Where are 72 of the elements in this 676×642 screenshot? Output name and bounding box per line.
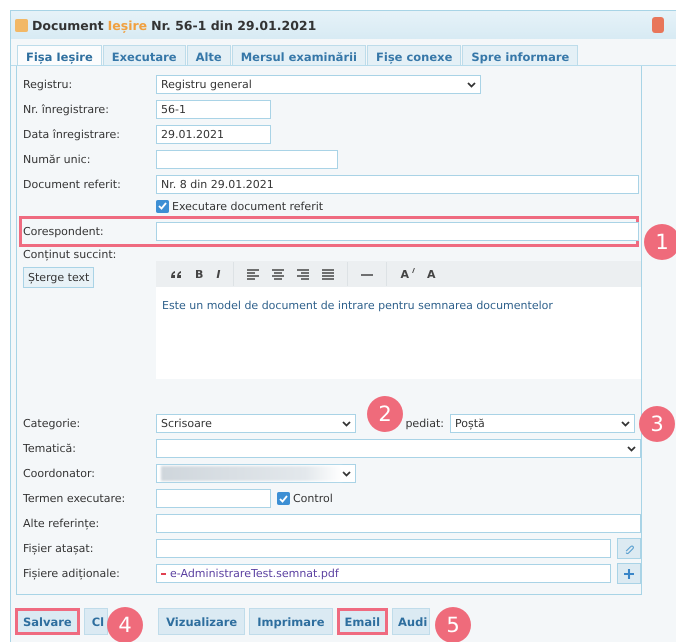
input-field[interactable]: Nr. 8 din 29.01.2021	[156, 175, 639, 194]
field-label: Nr. înregistrare:	[23, 103, 110, 116]
tab[interactable]: Spre informare	[462, 45, 578, 65]
chevron-down-icon	[467, 82, 476, 88]
tab[interactable]: Alte	[186, 45, 231, 65]
action-button[interactable]: Vizualizare	[158, 608, 246, 635]
align-left-icon	[247, 268, 260, 280]
subscript-button[interactable]: A	[427, 268, 436, 280]
action-button[interactable]: Imprimare	[249, 608, 333, 635]
document-number: Nr. 56-1 din 29.01.2021	[151, 18, 316, 32]
bold-button[interactable]: B	[195, 268, 204, 280]
chevron-down-icon	[342, 420, 351, 426]
checkbox[interactable]	[156, 200, 169, 212]
tab[interactable]: Fișa Ieșire	[17, 45, 102, 65]
field-label: Fișiere adiționale:	[23, 567, 121, 580]
input-field[interactable]: 29.01.2021	[156, 125, 271, 144]
dropdown[interactable]	[156, 439, 641, 458]
action-button[interactable]: Cl	[84, 608, 108, 635]
paperclip-icon	[624, 542, 634, 554]
file-name[interactable]: e-AdministrareTest.semnat.pdf	[170, 567, 339, 580]
close-icon[interactable]	[652, 17, 664, 33]
chevron-down-icon	[342, 470, 351, 476]
field-label: Tematică:	[23, 442, 77, 455]
window-title: Document	[32, 18, 104, 32]
align-center-icon	[272, 268, 284, 280]
dropdown[interactable]: Scrisoare	[156, 414, 356, 433]
field-label: Registru:	[23, 78, 74, 91]
input-field[interactable]: 56-1	[156, 100, 271, 119]
field-label: pediat:	[405, 417, 444, 430]
field-label: Corespondent:	[23, 225, 105, 238]
field-label: Document referit:	[23, 178, 122, 191]
align-right-icon	[297, 268, 310, 280]
input-field[interactable]	[156, 489, 271, 508]
checkbox[interactable]	[277, 492, 290, 505]
document-type: Ieșire	[108, 18, 148, 32]
dropdown[interactable]: Poștă	[450, 414, 635, 433]
italic-button[interactable]: I	[216, 268, 220, 280]
input-field[interactable]	[156, 222, 639, 241]
quote-icon	[170, 268, 182, 280]
file-field[interactable]	[156, 539, 611, 558]
dropdown[interactable]: Registru general	[156, 75, 481, 94]
action-button[interactable]: Salvare	[15, 608, 80, 635]
superscript-button[interactable]: A	[400, 268, 414, 280]
action-button[interactable]: Audi	[392, 608, 430, 635]
field-label: Termen executare:	[23, 492, 126, 505]
clear-text-button[interactable]: Șterge text	[23, 267, 94, 288]
tab[interactable]: Mersul examinării	[232, 45, 366, 65]
tab[interactable]: Fișe conexe	[367, 45, 462, 65]
add-button[interactable]	[617, 563, 641, 584]
justify-icon	[322, 268, 334, 280]
field-label: Conținut succint:	[23, 248, 118, 261]
field-label: Coordonator:	[23, 467, 96, 480]
field-label: Fișier atașat:	[23, 542, 94, 555]
field-label: Număr unic:	[23, 153, 92, 166]
field-label: Data înregistrare:	[23, 128, 121, 141]
attach-button[interactable]	[617, 538, 641, 559]
dropdown[interactable]	[156, 464, 356, 483]
chevron-down-icon	[627, 446, 636, 452]
tab[interactable]: Executare	[102, 45, 186, 65]
checkbox-label: Control	[293, 492, 333, 505]
field-label: Alte referințe:	[23, 517, 100, 530]
input-field[interactable]	[156, 514, 641, 533]
file-field[interactable]: e-AdministrareTest.semnat.pdf	[156, 564, 611, 583]
field-label: Categorie:	[23, 417, 82, 430]
checkbox-label: Executare document referit	[172, 200, 324, 212]
folder-icon	[15, 18, 28, 32]
text-editor[interactable]: B I A A Este un model de document de intrare pentru semnarea documentelor	[156, 261, 641, 379]
plus-icon	[624, 568, 634, 580]
chevron-down-icon	[621, 420, 630, 426]
input-field[interactable]	[156, 150, 338, 169]
editor-text: Este un model de document de intrare pentru semnarea documentelor	[161, 298, 554, 314]
action-button[interactable]: Email	[336, 608, 388, 635]
